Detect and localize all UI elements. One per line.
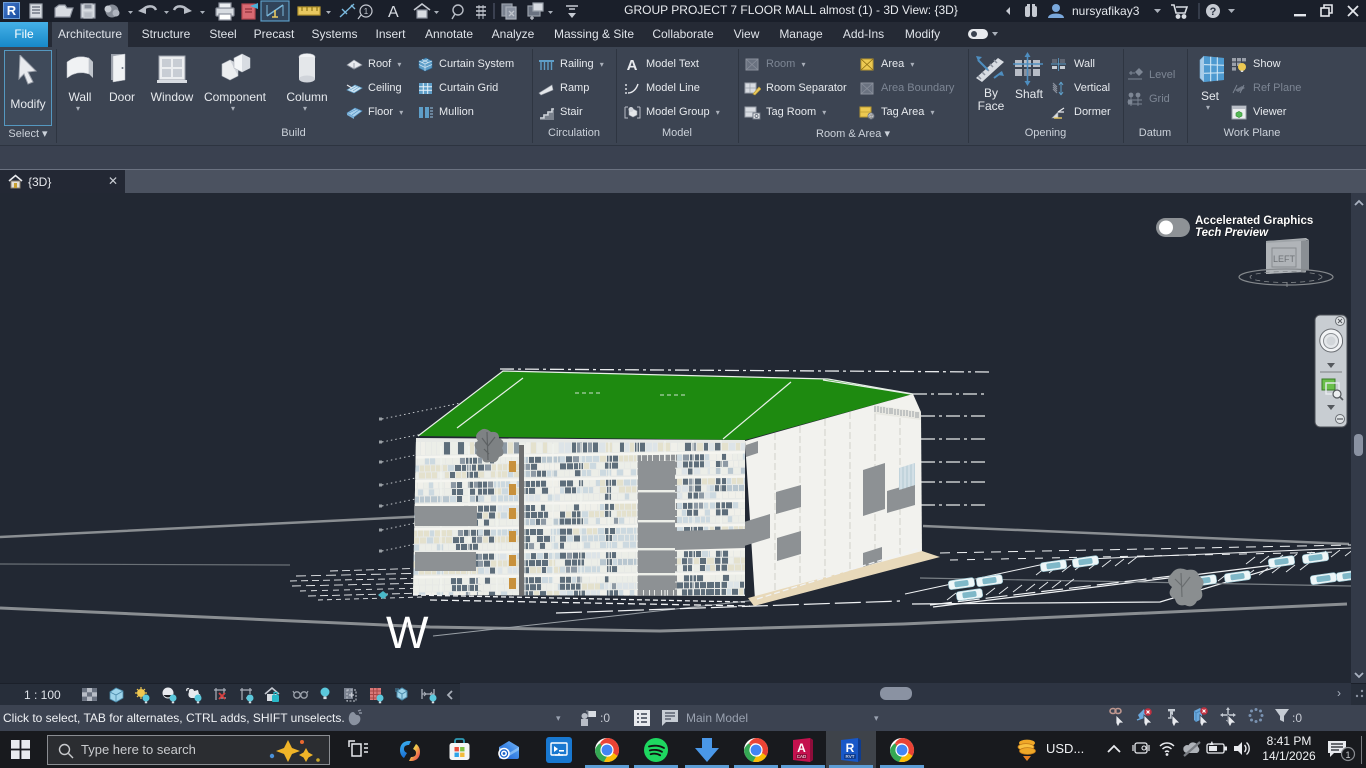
svg-text:RVT: RVT [846,754,855,759]
svg-text:R: R [846,741,855,755]
svg-text:A: A [797,741,806,755]
svg-text:A: A [627,57,638,72]
svg-text:Accelerated Graphics: Accelerated Graphics [1195,215,1313,227]
svg-text::0: :0 [1292,711,1302,725]
svg-text:1: 1 [1345,750,1350,760]
svg-text:?: ? [1210,6,1217,18]
svg-text:CAD: CAD [797,754,807,759]
svg-text:Tech Preview: Tech Preview [1195,227,1269,239]
svg-text:@: @ [868,114,873,120]
svg-text:LEFT: LEFT [1273,254,1296,264]
svg-text:W: W [386,607,429,658]
svg-text:nursyafikay3: nursyafikay3 [1072,4,1140,18]
